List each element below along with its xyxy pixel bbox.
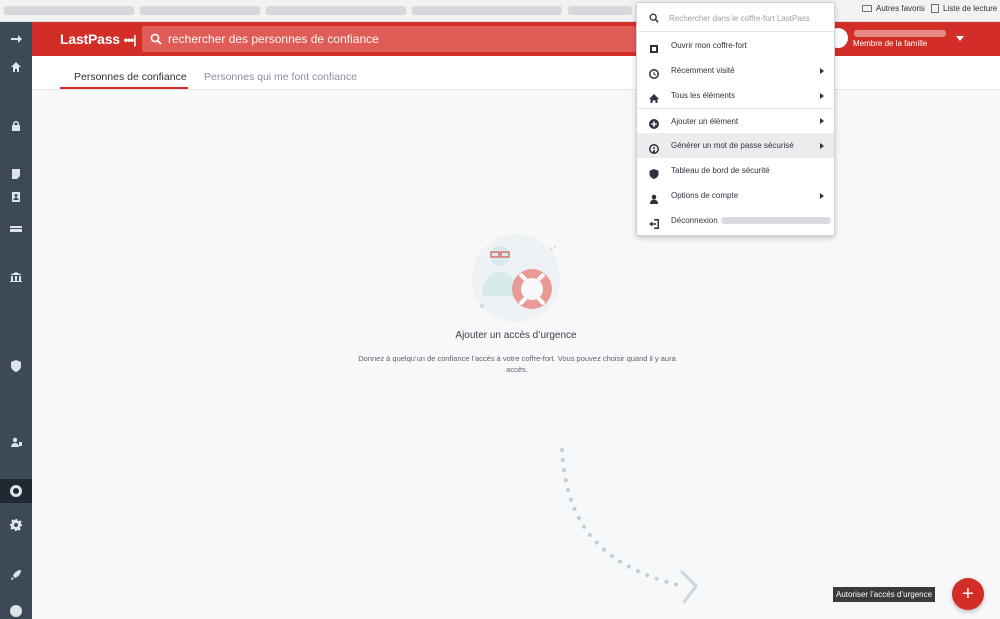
arrow-right-icon[interactable]: [0, 28, 32, 50]
clock-icon: [649, 66, 659, 79]
menu-item-recently-visited[interactable]: Récemment visité: [637, 58, 834, 83]
blurred-bookmarks: [140, 6, 260, 15]
bookmark-reading-list[interactable]: Liste de lecture: [931, 4, 997, 13]
logo-text: LastPass: [60, 31, 120, 47]
submenu-arrow-icon: [820, 142, 824, 149]
menu-item-label: Récemment visité: [671, 66, 735, 75]
logo-dots: •••|: [123, 33, 137, 47]
bookmark-other-favorites[interactable]: Autres favoris: [862, 4, 925, 13]
menu-item-security-dashboard[interactable]: Tableau de bord de sécurité: [637, 158, 834, 183]
blurred-user-email: [721, 217, 831, 224]
tab-bar: Personnes de confiance Personnes qui me …: [32, 56, 1000, 90]
top-header: LastPass •••| Membre de la famille: [32, 22, 1000, 56]
menu-item-add-item[interactable]: Ajouter un élément: [637, 108, 834, 133]
help-icon[interactable]: [0, 600, 32, 619]
search-bar: [142, 26, 638, 52]
shield-icon: [649, 166, 659, 179]
plus-circle-icon: [649, 116, 659, 129]
generate-icon: [649, 141, 659, 154]
rocket-icon[interactable]: [0, 564, 32, 586]
reading-list-icon: [931, 4, 939, 13]
logout-icon: [649, 216, 659, 229]
lastpass-extension-menu: Ouvrir mon coffre-fort Récemment visité …: [636, 2, 835, 236]
menu-item-logout[interactable]: Déconnexion: [637, 208, 834, 233]
blurred-bookmarks: [412, 6, 562, 15]
address-icon[interactable]: [0, 186, 32, 208]
fab-tooltip: Autoriser l’accès d’urgence: [833, 587, 936, 602]
empty-state-description: Donnez à quelqu’un de confiance l’accès …: [358, 354, 676, 374]
plus-icon: +: [962, 582, 974, 605]
blurred-bookmarks: [266, 6, 406, 15]
menu-search: [637, 3, 834, 32]
menu-item-label: Générer un mot de passe sécurisé: [671, 141, 794, 150]
lock-icon[interactable]: [0, 115, 32, 137]
menu-item-label: Tableau de bord de sécurité: [671, 166, 770, 175]
card-icon[interactable]: [0, 218, 32, 240]
browser-bookmarks-bar: Autres favoris Liste de lecture: [0, 0, 1000, 22]
caret-down-icon: [956, 36, 964, 41]
menu-item-label: Déconnexion: [671, 216, 718, 225]
bank-icon[interactable]: [0, 266, 32, 288]
menu-item-generate-password[interactable]: Générer un mot de passe sécurisé: [637, 133, 834, 158]
tab-trusted-people[interactable]: Personnes de confiance: [74, 71, 187, 83]
dotted-arrow-decoration: [560, 448, 698, 604]
left-sidebar: [0, 22, 32, 619]
tab-people-who-trust-me[interactable]: Personnes qui me font confiance: [204, 71, 357, 83]
menu-item-all-items[interactable]: Tous les éléments: [637, 83, 834, 108]
menu-item-label: Ouvrir mon coffre-fort: [671, 41, 747, 50]
emergency-lifebuoy-icon[interactable]: [0, 479, 32, 503]
lastpass-logo[interactable]: LastPass •••|: [60, 31, 137, 47]
note-icon[interactable]: [0, 163, 32, 185]
submenu-arrow-icon: [820, 92, 824, 99]
search-icon: [150, 33, 162, 45]
home-icon[interactable]: [0, 56, 32, 78]
search-icon: [649, 13, 659, 23]
sharing-icon[interactable]: [0, 431, 32, 453]
menu-item-label: Tous les éléments: [671, 91, 736, 100]
empty-state-title: Ajouter un accès d’urgence: [455, 330, 577, 341]
blurred-bookmarks: [4, 6, 134, 15]
home-icon: [649, 91, 659, 103]
add-emergency-contact-button[interactable]: +: [952, 578, 984, 610]
bookmark-label: Autres favoris: [876, 4, 925, 13]
active-tab-indicator: [60, 87, 188, 89]
bookmark-label: Liste de lecture: [943, 4, 998, 13]
menu-item-open-vault[interactable]: Ouvrir mon coffre-fort: [637, 33, 834, 58]
submenu-arrow-icon: [820, 67, 824, 74]
submenu-arrow-icon: [820, 192, 824, 199]
submenu-arrow-icon: [820, 118, 824, 124]
menu-search-input[interactable]: [669, 11, 829, 25]
account-menu-toggle[interactable]: Membre de la famille: [828, 26, 978, 52]
blurred-bookmarks: [568, 6, 632, 15]
user-role: Membre de la famille: [853, 39, 928, 48]
vault-icon: [649, 41, 659, 53]
gear-icon[interactable]: [0, 514, 32, 536]
folder-icon: [862, 5, 872, 12]
search-input[interactable]: [168, 29, 628, 49]
menu-item-label: Options de compte: [671, 191, 739, 200]
emergency-access-illustration-icon: [472, 234, 560, 322]
menu-item-account-options[interactable]: Options de compte: [637, 183, 834, 208]
blurred-user-email: [854, 30, 946, 37]
menu-item-label: Ajouter un élément: [671, 116, 739, 126]
user-icon: [649, 191, 659, 204]
security-shield-icon[interactable]: [0, 355, 32, 377]
